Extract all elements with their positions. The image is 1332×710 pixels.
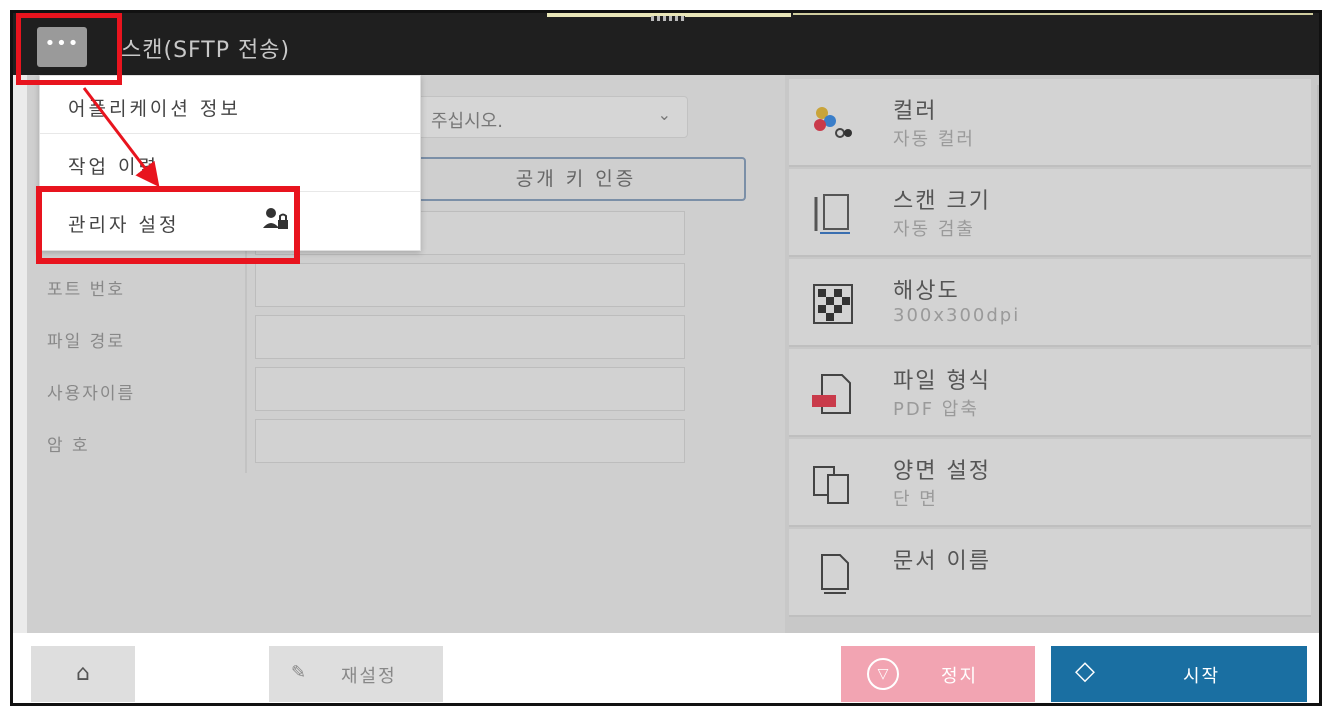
title-bar-accent-line: [793, 13, 1313, 15]
setting-document-name[interactable]: 문서 이름: [789, 529, 1311, 617]
setting-document-name-title: 문서 이름: [893, 549, 991, 574]
menu-item-job-history[interactable]: 작업 이력: [40, 134, 420, 192]
start-button[interactable]: ◇ 시작: [1051, 646, 1307, 702]
menu-item-job-history-label: 작업 이력: [68, 156, 159, 178]
color-icon: [809, 101, 857, 147]
password-label: 암 호: [47, 436, 90, 456]
setting-scan-size-title: 스캔 크기: [893, 189, 991, 214]
public-key-auth-button[interactable]: 공개 키 인증: [406, 157, 746, 201]
file-path-label: 파일 경로: [47, 332, 125, 352]
file-path-field[interactable]: [255, 315, 685, 359]
reset-icon: ✎: [291, 662, 307, 683]
setting-duplex-title: 양면 설정: [893, 459, 991, 484]
setting-scan-size-value: 자동 검출: [893, 219, 975, 240]
reset-label: 재설정: [341, 666, 397, 687]
start-icon: ◇: [1075, 656, 1095, 686]
reset-button[interactable]: ✎ 재설정: [269, 646, 443, 702]
port-label: 포트 번호: [47, 280, 125, 300]
setting-duplex-value: 단 면: [893, 489, 938, 510]
setting-color[interactable]: 컬러 자동 컬러: [789, 79, 1311, 167]
setting-file-format-title: 파일 형식: [893, 369, 991, 394]
connection-select[interactable]: 주십시오. ⌄: [406, 96, 688, 138]
title-bar: ••• 스캔(SFTP 전송): [13, 13, 1319, 75]
drag-grip[interactable]: [651, 16, 685, 21]
password-field[interactable]: [255, 419, 685, 463]
scan-size-icon: [809, 191, 857, 237]
form-row-username: 사용자이름: [27, 365, 697, 415]
page-title: 스캔(SFTP 전송): [121, 38, 291, 63]
setting-resolution[interactable]: 해상도 300x300dpi: [789, 259, 1311, 347]
port-field[interactable]: [255, 263, 685, 307]
scan-settings-list: 컬러 자동 컬러 스캔 크기 자동 검출 해상도 300x300dpi 파일 형…: [785, 75, 1319, 633]
menu-item-app-info-label: 어플리케이션 정보: [68, 98, 241, 120]
bottom-bar: ⌂ ✎ 재설정 ▽ 정지 ◇ 시작: [13, 633, 1319, 703]
setting-duplex[interactable]: 양면 설정 단 면: [789, 439, 1311, 527]
form-row-path: 파일 경로: [27, 313, 697, 363]
document-name-icon: [809, 551, 857, 597]
device-screen: ••• 스캔(SFTP 전송) 주십시오. ⌄ 공개 키 인증 포트 번호 파일…: [10, 10, 1322, 706]
home-button[interactable]: ⌂: [31, 646, 135, 702]
setting-scan-size[interactable]: 스캔 크기 자동 검출: [789, 169, 1311, 257]
connection-select-value: 주십시오.: [431, 111, 503, 132]
highlight-menu-button: [16, 13, 122, 85]
setting-resolution-title: 해상도: [893, 279, 960, 304]
setting-color-value: 자동 컬러: [893, 129, 975, 150]
setting-file-format[interactable]: 파일 형식 PDF 압축: [789, 349, 1311, 437]
home-icon: ⌂: [76, 661, 90, 686]
start-label: 시작: [1183, 666, 1221, 687]
stop-button[interactable]: ▽ 정지: [841, 646, 1035, 702]
scrollbar[interactable]: [1317, 85, 1319, 345]
username-field[interactable]: [255, 367, 685, 411]
form-row-port: 포트 번호: [27, 261, 697, 311]
setting-resolution-value: 300x300dpi: [893, 305, 1021, 326]
form-row-password: 암 호: [27, 417, 697, 467]
stop-icon: ▽: [867, 658, 899, 690]
setting-color-title: 컬러: [893, 99, 938, 124]
stop-label: 정지: [941, 666, 979, 687]
setting-file-format-value: PDF 압축: [893, 399, 979, 420]
resolution-icon: [809, 281, 857, 327]
chevron-down-icon: ⌄: [657, 105, 671, 124]
file-format-icon: [809, 371, 857, 417]
highlight-admin-settings: [36, 186, 300, 264]
username-label: 사용자이름: [47, 384, 136, 404]
duplex-icon: [809, 461, 857, 507]
